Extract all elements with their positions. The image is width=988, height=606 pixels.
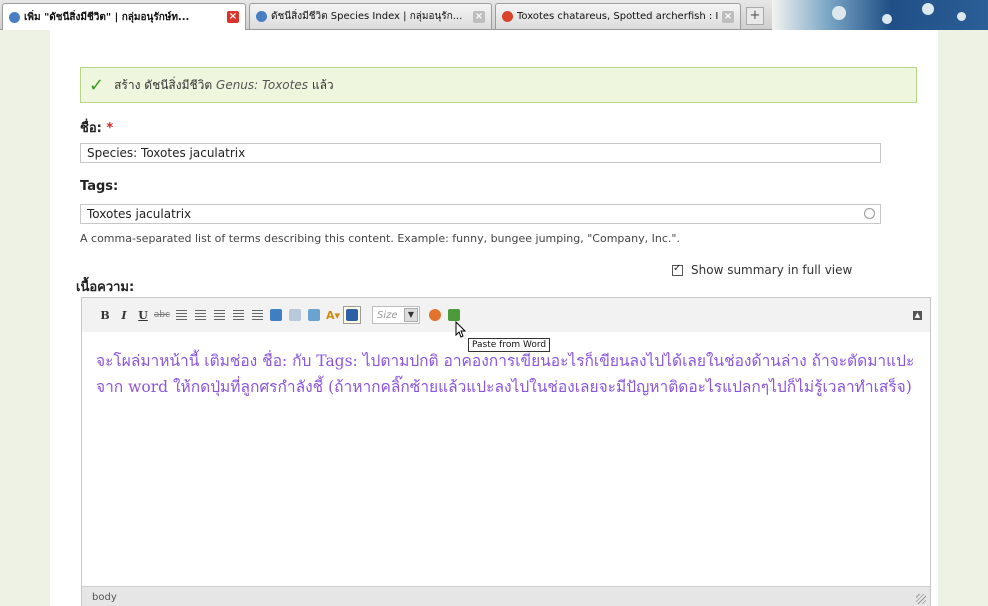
summary-toggle[interactable]: Show summary in full view — [672, 263, 852, 277]
browser-tab-bar: เพิ่ม "ดัชนีสิ่งมีชีวิต" | กลุ่มอนุรักษ์… — [0, 0, 988, 30]
close-tab-icon[interactable]: × — [473, 10, 485, 23]
tab-label: Toxotes chatareus, Spotted archerfish : … — [517, 11, 718, 22]
image-button[interactable] — [305, 306, 323, 324]
align-center-button[interactable] — [191, 306, 209, 324]
browser-tab-add-species[interactable]: เพิ่ม "ดัชนีสิ่งมีชีวิต" | กลุ่มอนุรักษ์… — [2, 3, 246, 30]
page-favicon-icon — [502, 11, 513, 22]
status-genus: Genus: Toxotes — [216, 77, 308, 92]
align-center-icon — [194, 310, 206, 320]
required-mark: * — [106, 121, 114, 136]
tab-label: ดัชนีสิ่งมีชีวิต Species Index | กลุ่มอน… — [271, 11, 463, 22]
italic-button[interactable]: I — [115, 306, 133, 324]
body-label: เนื้อความ: — [76, 280, 135, 295]
new-tab-button[interactable]: + — [746, 7, 764, 25]
browser-tab-fishbase[interactable]: Toxotes chatareus, Spotted archerfish : … — [495, 3, 741, 29]
align-right-button[interactable] — [210, 306, 228, 324]
tags-value: Toxotes jaculatrix — [87, 207, 192, 221]
rich-text-editor: B I U abc A▾ Size ▼ ▲ Paste from Word จะ… — [81, 297, 931, 606]
page-favicon-icon — [9, 11, 20, 23]
close-tab-icon[interactable]: × — [722, 10, 734, 23]
page-favicon-icon — [256, 11, 267, 22]
spellcheck-button[interactable] — [426, 306, 444, 324]
underline-button[interactable]: U — [134, 306, 152, 324]
tags-input[interactable]: Toxotes jaculatrix — [80, 204, 881, 224]
title-label-text: ชื่อ: — [80, 121, 102, 136]
bold-button[interactable]: B — [96, 306, 114, 324]
align-left-button[interactable] — [172, 306, 190, 324]
status-suffix: แล้ว — [311, 77, 334, 92]
spellcheck-icon — [429, 309, 441, 321]
tab-label: เพิ่ม "ดัชนีสิ่งมีชีวิต" | กลุ่มอนุรักษ์… — [24, 11, 190, 23]
summary-label: Show summary in full view — [691, 263, 853, 277]
tags-description: A comma-separated list of terms describi… — [80, 232, 680, 245]
tags-label: Tags: — [80, 179, 119, 194]
close-tab-icon[interactable]: × — [227, 11, 239, 23]
editor-toolbar: B I U abc A▾ Size ▼ ▲ — [82, 298, 930, 332]
toolbar-collapse-icon[interactable]: ▲ — [913, 311, 922, 320]
autocomplete-icon — [864, 208, 875, 219]
numbered-list-icon — [251, 310, 263, 320]
source-icon — [448, 309, 460, 321]
editor-content[interactable]: จะโผล่มาหน้านี้ เติมช่อง ชื่อ: กับ Tags:… — [96, 348, 916, 400]
font-size-placeholder: Size — [377, 309, 398, 321]
font-color-button[interactable]: A▾ — [324, 306, 342, 324]
align-left-icon — [175, 310, 187, 320]
numbered-list-button[interactable] — [248, 306, 266, 324]
link-icon — [270, 309, 282, 321]
font-color-icon: A▾ — [325, 308, 341, 322]
bullet-list-button[interactable] — [229, 306, 247, 324]
strikethrough-button[interactable]: abc — [153, 306, 171, 324]
unlink-icon — [289, 309, 301, 321]
checkmark-icon: ✓ — [89, 74, 105, 96]
resize-handle-icon[interactable] — [916, 594, 926, 604]
title-label: ชื่อ: * — [80, 117, 113, 138]
bullet-list-icon — [232, 310, 244, 320]
mouse-cursor-icon — [455, 321, 467, 338]
status-message: ✓ สร้าง ดัชนีสิ่งมีชีวิต Genus: Toxotes … — [80, 67, 917, 103]
align-right-icon — [213, 310, 225, 320]
element-path[interactable]: body — [92, 592, 117, 603]
page-content: ✓ สร้าง ดัชนีสิ่งมีชีวิต Genus: Toxotes … — [50, 30, 938, 606]
browser-tab-species-index[interactable]: ดัชนีสิ่งมีชีวิต Species Index | กลุ่มอน… — [249, 3, 492, 29]
status-prefix: สร้าง ดัชนีสิ่งมีชีวิต — [114, 77, 213, 92]
paste-word-icon — [346, 309, 358, 321]
unlink-button[interactable] — [286, 306, 304, 324]
image-icon — [308, 309, 320, 321]
chevron-down-icon: ▼ — [404, 308, 418, 322]
summary-checkbox[interactable] — [672, 263, 683, 276]
link-button[interactable] — [267, 306, 285, 324]
title-input[interactable]: Species: Toxotes jaculatrix — [80, 143, 881, 163]
paste-from-word-button[interactable] — [343, 306, 361, 324]
font-size-select[interactable]: Size ▼ — [372, 306, 420, 324]
status-message-text: สร้าง ดัชนีสิ่งมีชีวิต Genus: Toxotes แล… — [114, 76, 334, 95]
browser-theme-decoration — [772, 0, 988, 30]
editor-statusbar: body — [82, 586, 930, 606]
